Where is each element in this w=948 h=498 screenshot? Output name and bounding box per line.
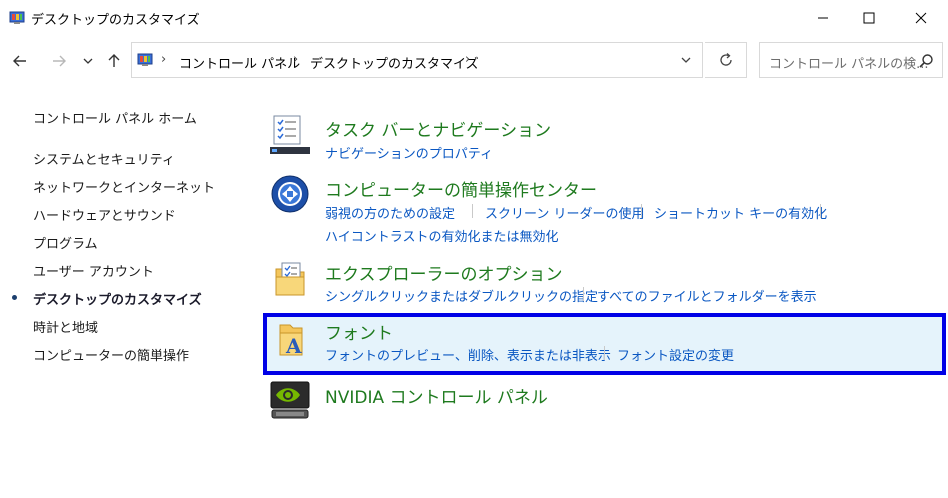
link-separator (583, 287, 584, 301)
link-low-vision-settings[interactable]: 弱視の方のための設定 (325, 203, 455, 222)
forward-button[interactable] (47, 48, 71, 74)
sidebar-item-programs[interactable]: プログラム (33, 233, 98, 252)
svg-text:A: A (285, 334, 302, 358)
category-title[interactable]: コンピューターの簡単操作センター (325, 176, 597, 201)
sidebar-item-user-accounts[interactable]: ユーザー アカウント (33, 261, 154, 280)
refresh-icon (719, 53, 732, 66)
chevron-right-icon[interactable]: › (293, 52, 298, 67)
link-separator (641, 204, 642, 218)
minimize-button[interactable] (800, 0, 846, 36)
back-arrow-icon (13, 55, 26, 67)
forward-arrow-icon (53, 55, 66, 67)
chevron-right-icon[interactable]: › (161, 52, 166, 67)
category-title[interactable]: NVIDIA コントロール パネル (325, 383, 548, 408)
maximize-icon (863, 12, 875, 24)
search-icon[interactable] (918, 53, 934, 69)
chevron-down-icon (681, 57, 691, 63)
link-show-all-files[interactable]: すべてのファイルとフォルダーを表示 (597, 286, 817, 305)
search-input[interactable]: コントロール パネルの検... (759, 42, 943, 78)
sidebar-item-clock-region[interactable]: 時計と地域 (33, 317, 98, 336)
link-separator (820, 204, 821, 218)
breadcrumb-desktop-customization[interactable]: デスクトップのカスタマイズ (310, 53, 479, 72)
chevron-down-icon (83, 58, 93, 64)
link-font-settings[interactable]: フォント設定の変更 (617, 345, 734, 364)
sidebar-item-system-security[interactable]: システムとセキュリティ (33, 149, 175, 168)
minimize-icon (818, 17, 828, 19)
breadcrumb-control-panel[interactable]: コントロール パネル (179, 53, 300, 72)
link-separator (604, 346, 605, 360)
chevron-right-icon[interactable]: › (465, 52, 470, 67)
window-title: デスクトップのカスタマイズ (31, 13, 200, 28)
back-button[interactable] (8, 48, 32, 74)
title-bar: デスクトップのカスタマイズ (0, 0, 948, 36)
refresh-button[interactable] (705, 42, 747, 78)
sidebar-item-hardware-sound[interactable]: ハードウェアとサウンド (33, 205, 176, 224)
close-button[interactable] (898, 0, 944, 36)
category-title[interactable]: タスク バーとナビゲーション (325, 116, 551, 141)
category-title[interactable]: エクスプローラーのオプション (325, 260, 563, 285)
sidebar-item-desktop-customization[interactable]: デスクトップのカスタマイズ (33, 289, 202, 308)
sidebar-item-network-internet[interactable]: ネットワークとインターネット (33, 177, 215, 196)
link-navigation-properties[interactable]: ナビゲーションのプロパティ (325, 143, 493, 162)
search-placeholder: コントロール パネルの検... (769, 57, 929, 72)
link-high-contrast[interactable]: ハイコントラストの有効化または無効化 (325, 226, 558, 245)
address-bar[interactable]: › コントロール パネル › デスクトップのカスタマイズ › (131, 42, 703, 78)
folder-options-icon[interactable] (270, 259, 310, 299)
category-title[interactable]: フォント (325, 319, 393, 344)
taskbar-icon[interactable] (270, 114, 310, 154)
sidebar-item-ease-of-access[interactable]: コンピューターの簡単操作 (33, 345, 189, 364)
ease-of-access-icon[interactable] (270, 174, 310, 214)
close-icon (915, 12, 927, 24)
link-font-preview[interactable]: フォントのプレビュー、削除、表示または非表示 (325, 345, 611, 364)
navigation-bar: › コントロール パネル › デスクトップのカスタマイズ › コントロール パネ… (0, 40, 948, 84)
link-screen-reader[interactable]: スクリーン リーダーの使用 (485, 203, 644, 222)
fonts-folder-icon[interactable]: A (270, 319, 310, 359)
control-panel-icon (137, 53, 153, 66)
address-dropdown-button[interactable] (670, 42, 702, 78)
control-panel-icon (9, 11, 25, 24)
up-arrow-icon (108, 54, 120, 67)
sidebar-home-link[interactable]: コントロール パネル ホーム (33, 108, 197, 127)
maximize-button[interactable] (846, 0, 892, 36)
link-shortcut-keys[interactable]: ショートカット キーの有効化 (654, 203, 827, 222)
nvidia-icon[interactable] (270, 380, 310, 420)
link-separator (472, 204, 473, 218)
link-click-settings[interactable]: シングルクリックまたはダブルクリックの指定 (325, 286, 598, 305)
current-page-bullet (12, 295, 17, 300)
recent-locations-button[interactable] (78, 48, 98, 74)
up-button[interactable] (102, 48, 126, 74)
